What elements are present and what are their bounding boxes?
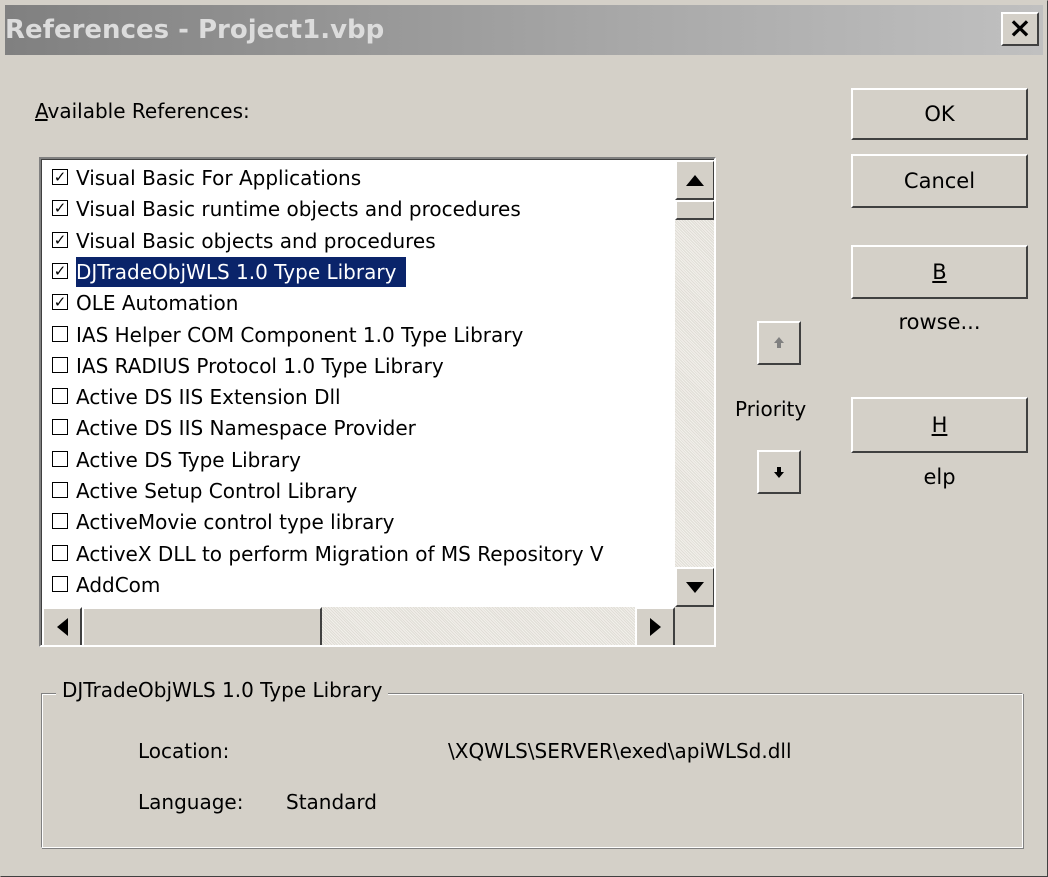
help-button[interactable]: Help	[851, 397, 1028, 489]
browse-label-text: rowse...	[898, 310, 981, 334]
arrow-down-icon	[686, 581, 704, 593]
scrollbar-corner	[675, 607, 714, 645]
location-label: Location:	[138, 739, 230, 763]
close-icon: ×	[1008, 11, 1032, 44]
reference-checkbox[interactable]: ✓	[52, 200, 68, 217]
horizontal-scrollbar[interactable]	[42, 607, 675, 645]
arrow-down-icon	[774, 467, 784, 478]
references-dialog: References - Project1.vbp × Available Re…	[0, 0, 1048, 877]
reference-checkbox[interactable]	[52, 450, 68, 467]
arrow-right-icon	[649, 618, 661, 636]
help-label-text: elp	[923, 465, 956, 489]
reference-label: AddCom	[76, 572, 161, 597]
help-mnemonic: H	[931, 413, 948, 437]
scroll-right-button[interactable]	[635, 607, 675, 645]
reference-checkbox[interactable]: ✓	[52, 294, 68, 311]
reference-label: IAS RADIUS Protocol 1.0 Type Library	[76, 353, 444, 378]
reference-checkbox[interactable]	[52, 388, 68, 405]
reference-checkbox[interactable]	[52, 356, 68, 373]
scroll-up-button[interactable]	[675, 160, 714, 200]
available-references-list[interactable]: ✓ Visual Basic For Applications ✓ Visual Ba…	[39, 157, 716, 647]
reference-checkbox[interactable]	[52, 513, 68, 530]
window-title: References - Project1.vbp	[5, 15, 385, 45]
priority-label: Priority	[735, 397, 807, 421]
scroll-left-button[interactable]	[42, 607, 82, 645]
priority-down-button[interactable]	[757, 450, 801, 494]
reference-label: Visual Basic objects and procedures	[76, 228, 436, 253]
scroll-down-button[interactable]	[675, 567, 714, 607]
references-list-items: ✓ Visual Basic For Applications ✓ Visual Ba…	[41, 159, 714, 645]
arrow-left-icon	[56, 618, 68, 636]
reference-label: DJTradeObjWLS 1.0 Type Library	[76, 256, 407, 287]
priority-up-button[interactable]	[757, 321, 801, 365]
cancel-button[interactable]: Cancel	[851, 154, 1028, 208]
ok-button-label: OK	[924, 102, 955, 126]
reference-checkbox[interactable]: ✓	[52, 169, 68, 185]
arrow-up-icon	[774, 337, 784, 348]
reference-label: Visual Basic runtime objects and procedu…	[76, 197, 521, 222]
cancel-button-label: Cancel	[903, 169, 976, 193]
reference-label: Active DS Type Library	[76, 447, 301, 472]
vertical-scrollbar[interactable]	[675, 160, 714, 607]
reference-checkbox[interactable]	[52, 325, 68, 342]
reference-label: Active Setup Control Library	[76, 479, 358, 503]
reference-label: ActiveMovie control type library	[76, 510, 395, 535]
title-bar[interactable]: References - Project1.vbp ×	[5, 5, 1043, 55]
available-references-mnemonic: A	[35, 99, 48, 123]
reference-checkbox[interactable]	[52, 419, 68, 436]
language-value: Standard	[286, 790, 377, 814]
reference-label: OLE Automation	[76, 291, 239, 316]
browse-mnemonic: B	[932, 260, 947, 284]
reference-checkbox[interactable]: ✓	[52, 262, 68, 279]
reference-checkbox[interactable]	[52, 575, 68, 592]
reference-label: Active DS IIS Namespace Provider	[76, 416, 416, 441]
reference-label: ActiveX DLL to perform Migration of MS R…	[76, 541, 604, 566]
vertical-scroll-thumb[interactable]	[675, 200, 714, 220]
reference-details-group: DJTradeObjWLS 1.0 Type Library Location:…	[41, 678, 1023, 848]
available-references-label: Available References:	[35, 99, 250, 123]
reference-checkbox[interactable]	[52, 544, 68, 561]
arrow-up-icon	[686, 174, 704, 186]
help-button-label: Help	[853, 399, 1026, 503]
reference-checkbox[interactable]	[52, 482, 68, 498]
reference-checkbox[interactable]: ✓	[52, 231, 68, 248]
browse-button-label: Browse...	[853, 247, 1026, 347]
reference-label: Visual Basic For Applications	[76, 166, 362, 190]
horizontal-scroll-thumb[interactable]	[82, 607, 322, 645]
reference-label: IAS Helper COM Component 1.0 Type Librar…	[76, 322, 524, 347]
available-references-label-text: vailable References:	[47, 99, 250, 123]
location-value: \XQWLS\SERVER\exed\apiWLSd.dll	[448, 739, 792, 763]
close-button[interactable]: ×	[1001, 12, 1039, 46]
reference-label: Active DS IIS Extension Dll	[76, 385, 341, 410]
ok-button[interactable]: OK	[851, 88, 1028, 140]
language-label: Language:	[138, 790, 244, 814]
reference-details-title: DJTradeObjWLS 1.0 Type Library	[56, 678, 389, 702]
browse-button[interactable]: Browse...	[851, 245, 1028, 334]
